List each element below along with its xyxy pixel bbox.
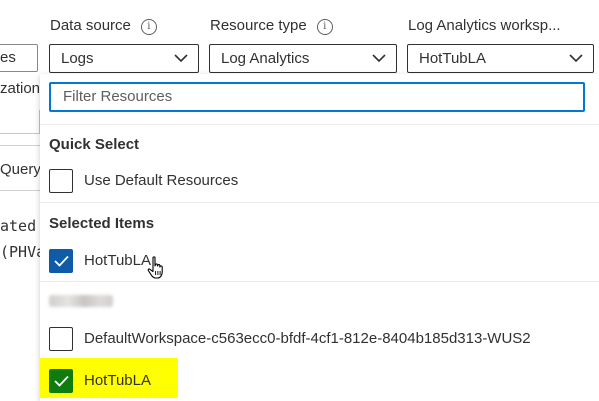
workspace-label-text: Log Analytics worksp... [408,17,561,34]
option-label: Use Default Resources [84,172,239,189]
checkmark-icon [54,375,69,387]
chevron-down-icon [569,54,583,63]
checkbox[interactable] [49,327,73,351]
left-query-tab[interactable]: Query [0,161,40,178]
redacted-group-heading [49,295,113,307]
divider [40,202,599,203]
hand-cursor-icon [147,256,163,279]
resource-type-label: Resource type i [210,17,333,35]
workspace-value: HotTubLA [419,50,486,67]
option-label: HotTubLA [84,252,151,269]
resource-type-label-text: Resource type [210,17,307,34]
checkbox-checked[interactable] [49,369,73,393]
info-icon[interactable]: i [316,19,333,35]
workspace-dropdown[interactable]: HotTubLA [407,44,594,73]
option-label: DefaultWorkspace-c563ecc0-bfdf-4cf1-812e… [84,330,531,347]
chevron-down-icon [372,54,386,63]
left-divider-2 [0,190,40,191]
checkmark-icon [54,255,69,267]
data-source-value: Logs [61,50,94,67]
left-partial-field[interactable]: es [0,44,38,72]
filter-placeholder: Filter Resources [63,88,173,105]
data-source-label: Data source i [50,17,157,35]
checkbox-checked[interactable] [49,249,73,273]
checkbox[interactable] [49,169,73,193]
workspace-label: Log Analytics worksp... [408,17,561,34]
divider [40,124,599,125]
resource-type-value: Log Analytics [221,50,310,67]
filter-resources-input[interactable]: Filter Resources [49,82,585,112]
option-label: HotTubLA [84,372,151,389]
resource-type-dropdown[interactable]: Log Analytics [209,44,397,73]
chevron-down-icon [174,54,188,63]
info-icon[interactable]: i [140,19,157,35]
data-source-dropdown[interactable]: Logs [49,44,199,73]
resource-picker-panel: Filter Resources Quick Select Use Defaul… [40,74,599,401]
left-code-line-2: (PHVa [0,243,40,261]
left-partial-label: zation [0,80,40,97]
left-partial-box [0,110,40,134]
left-field-text: es [0,49,16,66]
data-source-label-text: Data source [50,17,131,34]
divider [40,281,599,282]
left-divider [0,145,40,146]
quick-select-heading: Quick Select [49,136,140,153]
selected-items-heading: Selected Items [49,215,155,232]
left-code-line-1: ated [0,217,37,235]
